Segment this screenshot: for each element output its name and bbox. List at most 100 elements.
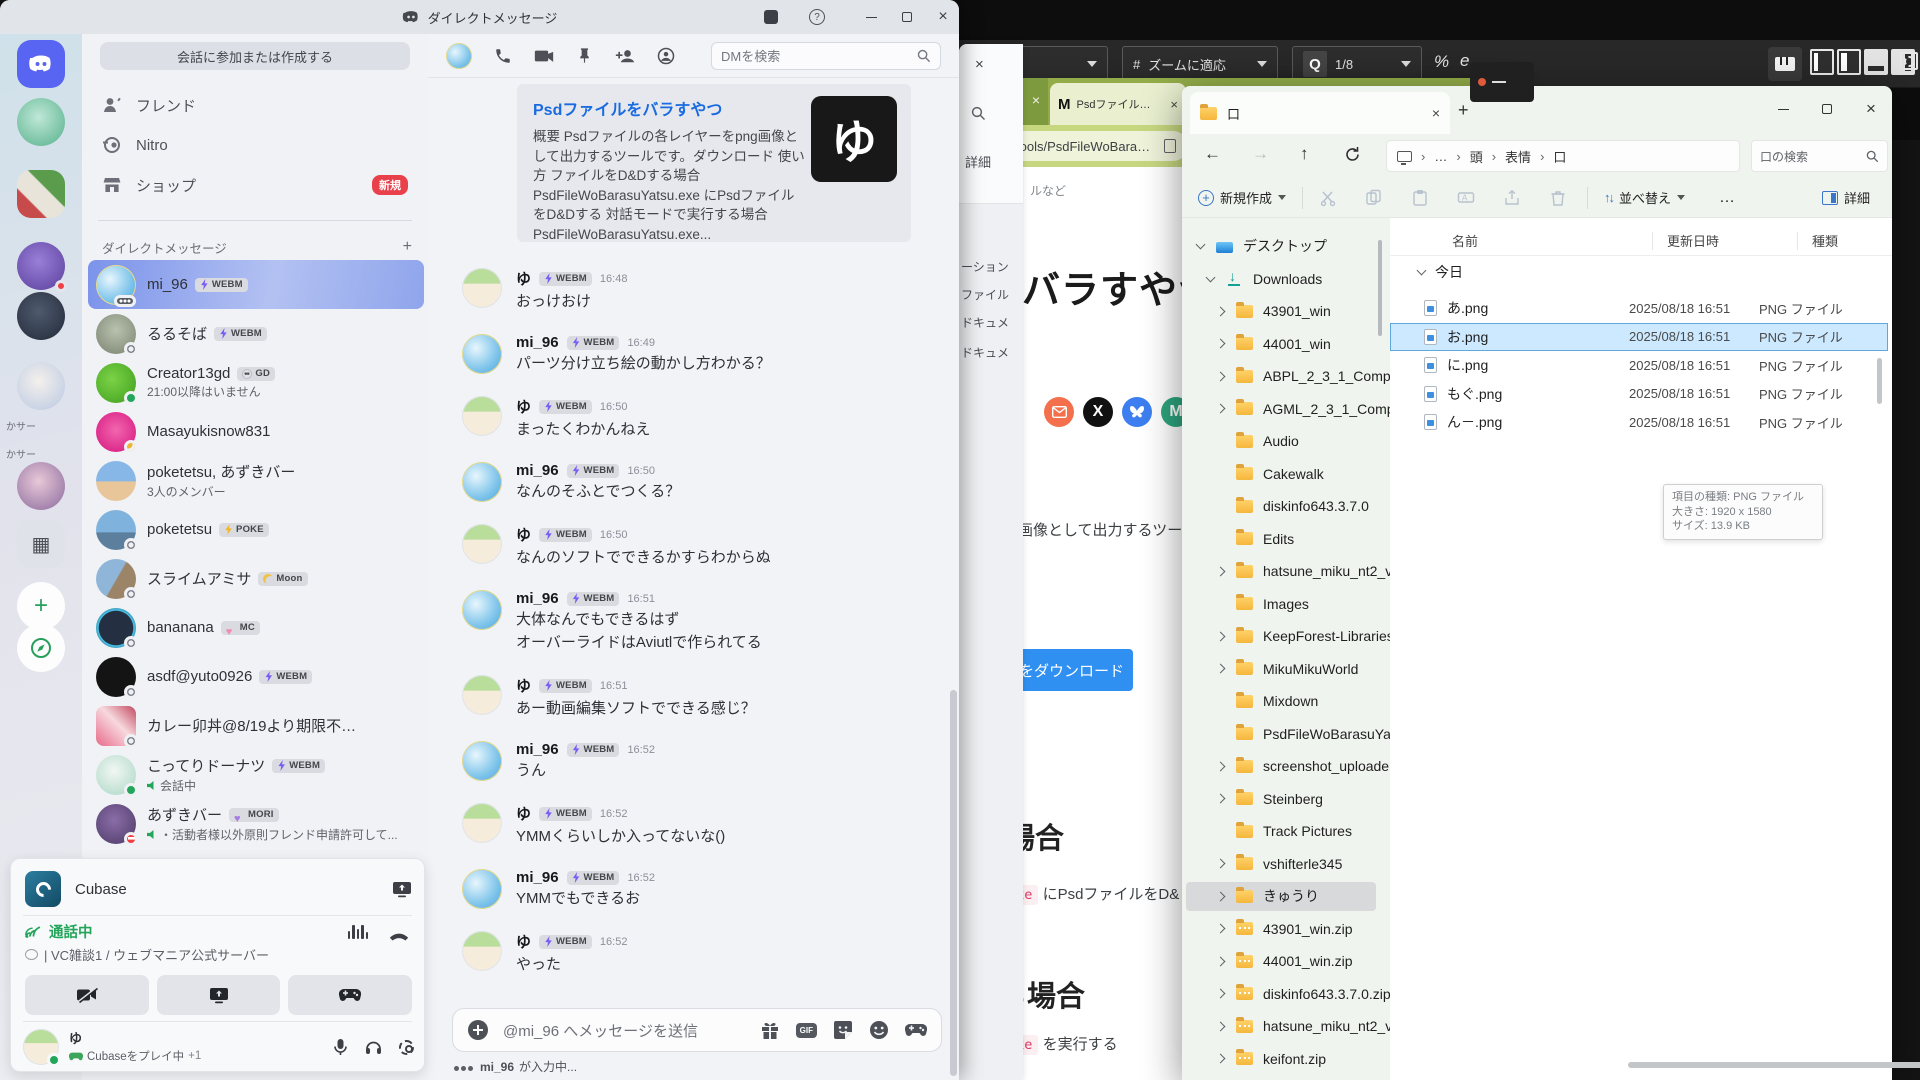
sidebar-item-nitro[interactable]: Nitro (90, 126, 420, 164)
cut-icon[interactable] (1319, 189, 1337, 207)
nav-fragment[interactable]: ファイル (961, 286, 1009, 303)
dm-list-item[interactable]: こってりドーナツWEBM 会話中 (88, 750, 424, 799)
tree-item[interactable]: Steinberg (1182, 783, 1390, 816)
avatar[interactable] (462, 268, 502, 308)
breadcrumb-item[interactable]: 表情 (1505, 147, 1531, 166)
attach-plus-icon[interactable] (467, 1019, 489, 1041)
microphone-icon[interactable] (333, 1038, 348, 1056)
tree-item[interactable]: 44001_win.zip (1182, 945, 1390, 978)
chat-message[interactable]: ゆ WEBM 16:52 YMMくらいしか入ってないな() (462, 803, 945, 847)
avatar[interactable] (462, 396, 502, 436)
chevron-icon[interactable] (1216, 339, 1226, 349)
dm-list-item[interactable]: Creator13gdGD 21:00以降はいません (88, 358, 424, 407)
maximize-button[interactable] (894, 7, 920, 27)
tree-item[interactable]: AGML_2_3_1_Complete_ (1182, 393, 1390, 426)
chat-message[interactable]: ゆ WEBM 16:52 やった (462, 931, 945, 975)
settings-gear-icon[interactable] (399, 1040, 414, 1055)
details-label[interactable]: 詳細 (965, 152, 991, 171)
minimize-button[interactable] (858, 7, 884, 27)
add-friend-icon[interactable] (615, 48, 635, 64)
maximize-button[interactable] (1816, 98, 1838, 120)
tree-item[interactable]: Audio (1182, 425, 1390, 458)
email-share-icon[interactable] (1044, 397, 1074, 427)
explore-servers-button[interactable] (17, 624, 65, 672)
server-avatar[interactable] (17, 362, 65, 410)
message-author[interactable]: ゆ (516, 803, 531, 824)
pin-icon[interactable] (576, 47, 593, 64)
minimize-button[interactable] (1772, 98, 1794, 120)
join-conversation-button[interactable]: 会話に参加または作成する (100, 42, 410, 70)
column-name[interactable]: 名前 (1452, 231, 1652, 250)
chevron-icon[interactable] (1216, 631, 1226, 641)
call-icon[interactable] (494, 47, 512, 65)
new-button[interactable]: + 新規作成 (1198, 188, 1286, 207)
avatar[interactable] (462, 462, 502, 502)
explorer-tab[interactable]: 口 × (1190, 92, 1450, 134)
gif-icon[interactable]: GIF (796, 1023, 817, 1038)
avatar[interactable] (462, 334, 502, 374)
member-list-icon[interactable] (657, 47, 675, 65)
tree-item[interactable]: 43901_win.zip (1182, 913, 1390, 946)
close-icon[interactable]: × (1170, 97, 1178, 112)
voice-activity-icon[interactable] (348, 925, 371, 944)
tree-item[interactable]: Images (1182, 588, 1390, 621)
close-button[interactable]: × (930, 7, 956, 27)
file-row[interactable]: ん－.png 2025/08/18 16:51 PNG ファイル (1390, 408, 1888, 437)
tree-item[interactable]: hatsune_miku_nt2_v1_0 (1182, 555, 1390, 588)
dm-list-item[interactable]: カレー卯丼@8/19より期限不明不活動... (88, 701, 424, 750)
avatar[interactable] (462, 675, 502, 715)
camera-button[interactable] (25, 975, 149, 1015)
chat-message[interactable]: ゆ WEBM 16:50 まったくわかんねえ (462, 396, 945, 440)
tree-item[interactable]: Track Pictures (1182, 815, 1390, 848)
search-icon[interactable] (971, 106, 986, 121)
chevron-icon[interactable] (1216, 566, 1226, 576)
embed-thumbnail[interactable]: ゆ (811, 96, 897, 182)
add-server-button[interactable]: + (17, 582, 65, 630)
paste-icon[interactable] (1411, 189, 1429, 207)
message-author[interactable]: mi_96 (516, 741, 559, 758)
chat-message[interactable]: ゆ WEBM 16:48 おっけおけ (462, 268, 945, 312)
dm-list-item[interactable]: るるそばWEBM (88, 309, 424, 358)
emoji-icon[interactable] (869, 1020, 889, 1040)
tree-item[interactable]: きゅうり (1182, 880, 1390, 913)
share-icon[interactable] (1503, 189, 1521, 207)
help-button[interactable]: ? (804, 7, 830, 27)
server-avatar[interactable] (17, 292, 65, 340)
group-row[interactable]: 今日 (1418, 262, 1463, 282)
avatar[interactable] (462, 803, 502, 843)
chat-message[interactable]: mi_96 WEBM 16:52 YMMでもできるお (462, 869, 945, 909)
tree-item[interactable]: diskinfo643.3.7.0 (1182, 490, 1390, 523)
vertical-scrollbar[interactable] (1877, 358, 1882, 404)
message-author[interactable]: mi_96 (516, 462, 559, 479)
chat-message[interactable]: mi_96 WEBM 16:51 大体なんでもできるはず オーバーライドはAvi… (462, 590, 945, 653)
avatar[interactable] (462, 524, 502, 564)
nav-fragment[interactable]: ドキュメ (961, 314, 1009, 331)
game-controller-icon[interactable] (905, 1023, 927, 1037)
delete-icon[interactable] (1549, 189, 1567, 207)
screenshare-button[interactable] (157, 975, 281, 1015)
file-row[interactable]: もぐ.png 2025/08/18 16:51 PNG ファイル (1390, 380, 1888, 409)
tree-scrollbar[interactable] (1378, 240, 1382, 336)
stream-icon[interactable] (392, 881, 412, 898)
chevron-icon[interactable] (1216, 761, 1226, 771)
tree-item[interactable]: 43901_win (1182, 295, 1390, 328)
server-avatar[interactable] (17, 170, 65, 218)
tree-item[interactable]: Edits (1182, 523, 1390, 556)
zoom-fit-dropdown[interactable]: # ズームに適応 (1122, 46, 1278, 82)
chevron-icon[interactable] (1216, 924, 1226, 934)
chevron-icon[interactable] (1216, 664, 1226, 674)
file-row[interactable]: お.png 2025/08/18 16:51 PNG ファイル (1390, 323, 1888, 352)
horizontal-scrollbar[interactable] (1628, 1062, 1920, 1068)
bluesky-share-icon[interactable] (1122, 397, 1152, 427)
activity-button[interactable] (288, 975, 412, 1015)
piano-button[interactable] (1768, 47, 1802, 81)
avatar[interactable] (446, 43, 472, 69)
chevron-icon[interactable] (1196, 240, 1206, 250)
message-author[interactable]: ゆ (516, 268, 531, 289)
message-author[interactable]: ゆ (516, 675, 531, 696)
chevron-icon[interactable] (1216, 1054, 1226, 1064)
up-icon[interactable]: ↑ (1300, 144, 1309, 164)
chevron-icon[interactable] (1206, 272, 1216, 282)
breadcrumb-item[interactable]: 頭 (1470, 147, 1483, 166)
dm-list-item[interactable]: スライムアミサMoon (88, 554, 424, 603)
